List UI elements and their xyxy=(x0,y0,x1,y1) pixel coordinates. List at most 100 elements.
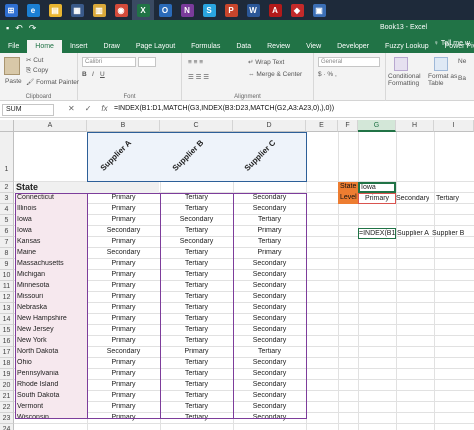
row-header-13[interactable]: 13 xyxy=(0,303,14,314)
row-header-23[interactable]: 23 xyxy=(0,413,14,424)
taskbar-edge-icon[interactable]: e xyxy=(22,0,44,20)
conditional-formatting-button[interactable]: Conditional Formatting xyxy=(388,73,428,87)
format-painter-button[interactable]: 🖌 Format Painter xyxy=(26,78,79,86)
row-header-11[interactable]: 11 xyxy=(0,281,14,292)
enter-icon[interactable]: ✓ xyxy=(85,104,92,113)
merge-center-button[interactable]: ⇔ Merge & Center xyxy=(248,71,302,78)
currency-icon[interactable]: $ · % , xyxy=(318,71,337,78)
active-edit-cell[interactable]: =INDEX(B1 xyxy=(358,228,396,239)
column-header-e[interactable]: E xyxy=(306,120,338,132)
tab-data[interactable]: Data xyxy=(228,40,259,53)
tab-page-layout[interactable]: Page Layout xyxy=(128,40,183,53)
redo-icon[interactable]: ↷ xyxy=(29,23,37,34)
copy-button[interactable]: ⎘ Copy xyxy=(26,67,48,75)
column-header-d[interactable]: D xyxy=(233,120,306,132)
column-header-f[interactable]: F xyxy=(338,120,358,132)
paste-button[interactable]: Paste xyxy=(5,78,22,85)
taskbar-powerpoint-icon[interactable]: P xyxy=(220,0,242,20)
file-explorer-icon: ▤ xyxy=(48,3,62,17)
paste-icon[interactable] xyxy=(4,57,20,75)
tell-me-box[interactable]: ♀ Tell me w xyxy=(434,40,470,47)
row-header-6[interactable]: 6 xyxy=(0,226,14,237)
cut-button[interactable]: ✂ Cut xyxy=(26,56,43,64)
italic-button[interactable]: I xyxy=(92,71,94,78)
tab-fuzzy-lookup[interactable]: Fuzzy Lookup xyxy=(377,40,437,53)
level-tertiary-cell[interactable]: Tertiary xyxy=(436,195,459,202)
result-cell-b[interactable]: Supplier B xyxy=(432,230,464,237)
tab-developer[interactable]: Developer xyxy=(329,40,377,53)
tab-file[interactable]: File xyxy=(0,40,27,53)
level-primary-cell[interactable]: Primary xyxy=(358,193,396,204)
row-header-14[interactable]: 14 xyxy=(0,314,14,325)
row-header-7[interactable]: 7 xyxy=(0,237,14,248)
row-header-21[interactable]: 21 xyxy=(0,391,14,402)
formula-input[interactable]: =INDEX(B1:D1,MATCH(G3,INDEX(B3:D23,MATCH… xyxy=(114,105,334,112)
taskbar-start-icon[interactable]: ⊞ xyxy=(0,0,22,20)
row-header-20[interactable]: 20 xyxy=(0,380,14,391)
wrap-text-button[interactable]: ↵ Wrap Text xyxy=(248,58,284,66)
save-icon[interactable]: ▪ xyxy=(6,23,9,34)
tab-draw[interactable]: Draw xyxy=(95,40,127,53)
align-left-icon[interactable]: ☰ ☰ ☰ xyxy=(188,73,209,81)
font-size-select[interactable] xyxy=(138,57,156,67)
font-name-select[interactable]: Calibri xyxy=(82,57,136,67)
taskbar-outlook-icon[interactable]: O xyxy=(154,0,176,20)
style-normal[interactable]: Ne xyxy=(458,58,466,65)
column-header-g[interactable]: G xyxy=(358,120,396,132)
result-cell-a[interactable]: Supplier A xyxy=(397,230,429,237)
row-header-15[interactable]: 15 xyxy=(0,325,14,336)
row-header-9[interactable]: 9 xyxy=(0,259,14,270)
align-top-icon[interactable]: ≡ ≡ ≡ xyxy=(188,59,203,66)
underline-button[interactable]: U xyxy=(100,71,105,78)
column-header-a[interactable]: A xyxy=(14,120,87,132)
style-bad[interactable]: Ba xyxy=(458,75,466,82)
level-secondary-cell[interactable]: Secondary xyxy=(396,195,429,202)
cancel-icon[interactable]: ✕ xyxy=(68,104,75,113)
row-header-8[interactable]: 8 xyxy=(0,248,14,259)
row-header-19[interactable]: 19 xyxy=(0,369,14,380)
row-header-10[interactable]: 10 xyxy=(0,270,14,281)
function-icon[interactable]: fx xyxy=(101,104,107,113)
row-header-22[interactable]: 22 xyxy=(0,402,14,413)
row-header-12[interactable]: 12 xyxy=(0,292,14,303)
tab-insert[interactable]: Insert xyxy=(62,40,96,53)
row-header-18[interactable]: 18 xyxy=(0,358,14,369)
format-as-table-button[interactable]: Format as Table xyxy=(428,73,458,87)
taskbar-acrobat-icon[interactable]: A xyxy=(264,0,286,20)
taskbar-excel-icon[interactable]: X xyxy=(132,0,154,20)
tab-formulas[interactable]: Formulas xyxy=(183,40,228,53)
taskbar-file-explorer-icon[interactable]: ▤ xyxy=(44,0,66,20)
row-header-3[interactable]: 3 xyxy=(0,193,14,204)
column-header-b[interactable]: B xyxy=(87,120,160,132)
select-all-corner[interactable] xyxy=(0,120,14,132)
undo-icon[interactable]: ↶ xyxy=(15,23,23,34)
row-header-16[interactable]: 16 xyxy=(0,336,14,347)
taskbar-chrome-icon[interactable]: ◉ xyxy=(110,0,132,20)
tab-home[interactable]: Home xyxy=(27,40,62,53)
taskbar-app-red-icon[interactable]: ◆ xyxy=(286,0,308,20)
tab-view[interactable]: View xyxy=(298,40,329,53)
number-format-select[interactable]: General xyxy=(318,57,380,67)
bold-button[interactable]: B xyxy=(82,71,87,78)
row-header-2[interactable]: 2 xyxy=(0,182,14,193)
name-box[interactable]: SUM xyxy=(2,104,54,116)
taskbar-word-icon[interactable]: W xyxy=(242,0,264,20)
tab-review[interactable]: Review xyxy=(259,40,298,53)
format-as-table-icon[interactable] xyxy=(434,57,448,71)
taskbar-folder-icon[interactable]: ▥ xyxy=(88,0,110,20)
app-red-icon: ◆ xyxy=(290,3,304,17)
column-header-i[interactable]: I xyxy=(434,120,474,132)
taskbar-skype-icon[interactable]: S xyxy=(198,0,220,20)
conditional-formatting-icon[interactable] xyxy=(394,57,408,71)
row-header-1[interactable]: 1 xyxy=(0,132,14,182)
row-header-17[interactable]: 17 xyxy=(0,347,14,358)
taskbar-app-blue-icon[interactable]: ▣ xyxy=(308,0,330,20)
state-value-cell[interactable]: Iowa xyxy=(358,182,396,193)
row-header-5[interactable]: 5 xyxy=(0,215,14,226)
taskbar-onenote-icon[interactable]: N xyxy=(176,0,198,20)
column-header-c[interactable]: C xyxy=(160,120,233,132)
row-header-4[interactable]: 4 xyxy=(0,204,14,215)
column-header-h[interactable]: H xyxy=(396,120,434,132)
row-header-24[interactable]: 24 xyxy=(0,424,14,430)
taskbar-store-icon[interactable]: ▦ xyxy=(66,0,88,20)
